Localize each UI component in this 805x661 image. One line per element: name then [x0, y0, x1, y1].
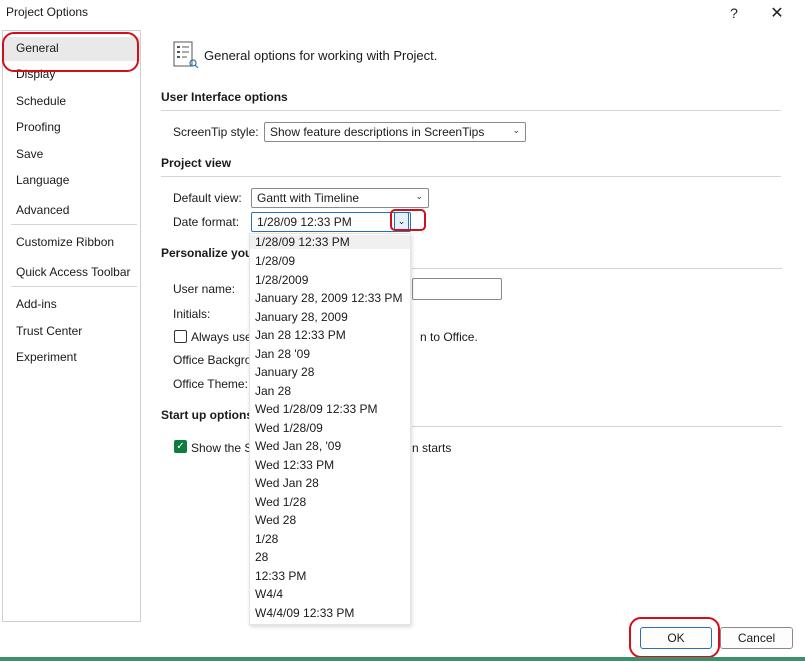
sidebar-item-language[interactable]: Language [16, 173, 69, 187]
options-list-icon [173, 41, 199, 69]
section-personalize: Personalize your [161, 246, 258, 260]
always-use-label-tail: n to Office. [420, 330, 478, 344]
sidebar-item-quick-access-toolbar[interactable]: Quick Access Toolbar [16, 265, 131, 279]
show-start-label: Show the St [191, 441, 256, 455]
date-format-option[interactable]: Jan 28 '09 [255, 347, 310, 361]
date-format-option[interactable]: Wed Jan 28 [255, 476, 319, 490]
ok-button[interactable]: OK [640, 627, 712, 649]
default-view-select[interactable]: Gantt with Timeline ⌄ [251, 188, 429, 208]
window-title: Project Options [6, 5, 89, 19]
date-format-option[interactable]: 28 [255, 550, 268, 564]
date-format-option[interactable]: Wed 1/28/09 [255, 421, 323, 435]
date-format-option[interactable]: January 28, 2009 12:33 PM [255, 291, 402, 305]
always-use-checkbox[interactable] [174, 330, 187, 343]
user-name-label: User name: [173, 282, 236, 296]
date-format-option[interactable]: 1/28/09 [255, 254, 295, 268]
date-format-option[interactable]: 1/28/2009 [255, 273, 308, 287]
sidebar-item-schedule[interactable]: Schedule [16, 94, 66, 108]
office-theme-label: Office Theme: [173, 377, 248, 391]
date-format-label: Date format: [173, 215, 240, 229]
section-divider [412, 268, 782, 269]
section-divider [412, 426, 782, 427]
sidebar-item-customize-ribbon[interactable]: Customize Ribbon [16, 235, 114, 249]
date-format-option[interactable]: 1/28 [255, 532, 278, 546]
date-format-option[interactable]: 1/28/09 12:33 PM [250, 235, 410, 249]
help-button[interactable]: ? [720, 2, 748, 24]
show-start-checkbox[interactable]: ✓ [174, 440, 187, 453]
section-startup: Start up options [161, 408, 253, 422]
section-divider [161, 176, 781, 177]
sidebar-divider [11, 286, 137, 287]
sidebar-item-display[interactable]: Display [16, 67, 55, 81]
sidebar-item-save[interactable]: Save [16, 147, 43, 161]
sidebar-item-trust-center[interactable]: Trust Center [16, 324, 82, 338]
close-button[interactable]: ✕ [763, 2, 791, 24]
title-bar: Project Options ? ✕ [0, 0, 805, 28]
date-format-select[interactable]: 1/28/09 12:33 PM [251, 212, 411, 232]
date-format-option[interactable]: Wed 28 [255, 513, 296, 527]
window-bottom-border [0, 657, 805, 661]
date-format-option[interactable]: Jan 28 [255, 384, 291, 398]
main-content: General options for working with Project… [150, 30, 800, 620]
always-use-label: Always use [191, 330, 252, 344]
chevron-down-icon: ⌄ [512, 125, 520, 135]
date-format-dropdown-list: 1/28/09 12:33 PM 1/28/09 1/28/2009 Janua… [249, 233, 411, 625]
office-background-label: Office Backgro [173, 353, 252, 367]
section-project-view: Project view [161, 156, 232, 170]
date-format-dropdown-button[interactable]: ⌄ [394, 212, 409, 232]
date-format-option[interactable]: W4/4 [255, 587, 283, 601]
date-format-option[interactable]: Jan 28 12:33 PM [255, 328, 346, 342]
date-format-option[interactable]: W4/4/09 12:33 PM [255, 606, 354, 620]
section-divider [161, 110, 781, 111]
sidebar-item-general[interactable]: General [16, 41, 59, 55]
sidebar-item-proofing[interactable]: Proofing [16, 120, 61, 134]
date-format-option[interactable]: Wed 12:33 PM [255, 458, 334, 472]
date-format-option[interactable]: January 28, 2009 [255, 310, 348, 324]
date-format-option[interactable]: 12:33 PM [255, 569, 306, 583]
chevron-down-icon: ⌄ [397, 216, 406, 226]
initials-label: Initials: [173, 307, 211, 321]
show-start-label-tail: n starts [412, 441, 452, 455]
date-format-option[interactable]: Wed 1/28 [255, 495, 306, 509]
default-view-label: Default view: [173, 191, 242, 205]
cancel-button[interactable]: Cancel [720, 627, 793, 649]
sidebar-item-experiment[interactable]: Experiment [16, 350, 77, 364]
section-ui-options: User Interface options [161, 90, 288, 104]
date-format-option[interactable]: Wed Jan 28, '09 [255, 439, 341, 453]
chevron-down-icon: ⌄ [415, 191, 423, 201]
screentip-label: ScreenTip style: [173, 125, 259, 139]
sidebar-item-add-ins[interactable]: Add-ins [16, 297, 57, 311]
sidebar: General Display Schedule Proofing Save L… [2, 30, 141, 622]
sidebar-item-advanced[interactable]: Advanced [16, 203, 69, 217]
date-format-option[interactable]: Wed 1/28/09 12:33 PM [255, 402, 378, 416]
user-name-input[interactable] [412, 278, 502, 300]
date-format-option[interactable]: January 28 [255, 365, 314, 379]
page-header: General options for working with Project… [204, 48, 438, 63]
screentip-select[interactable]: Show feature descriptions in ScreenTips ⌄ [264, 122, 526, 142]
sidebar-divider [11, 224, 137, 225]
